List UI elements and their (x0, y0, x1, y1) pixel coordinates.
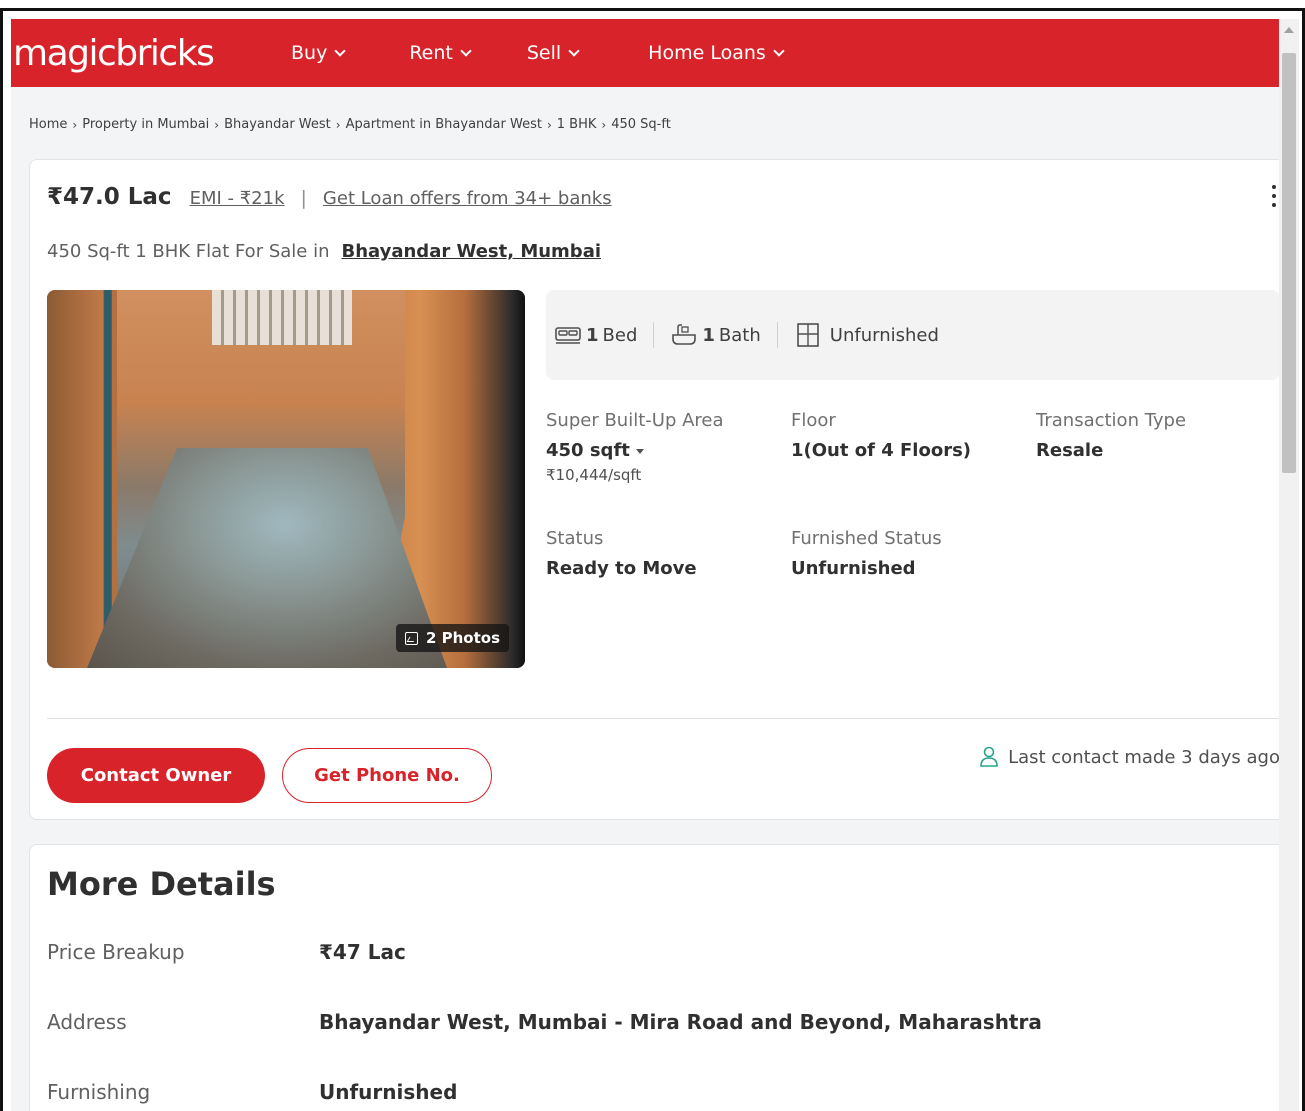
scroll-thumb[interactable] (1282, 53, 1296, 473)
detail-value: Unfurnished (319, 1080, 458, 1104)
breadcrumb: Home › Property in Mumbai › Bhayandar West… (29, 117, 671, 132)
chevron-down-icon (568, 44, 580, 57)
breadcrumb-separator: › (72, 117, 78, 132)
property-title: 450 Sq-ft 1 BHK Flat For Sale in Bhayand… (47, 241, 601, 262)
bath-icon (672, 324, 697, 345)
photo-window (212, 290, 352, 345)
fact-bath: 1 Bath (670, 323, 761, 347)
breadcrumb-separator: › (335, 117, 341, 132)
fact-furnishing: Unfurnished (794, 322, 939, 348)
summary-furnished: Furnished Status Unfurnished (791, 528, 942, 579)
chevron-down-icon (773, 44, 785, 57)
detail-row-address: Address Bhayandar West, Mumbai - Mira Ro… (47, 1010, 1042, 1034)
nav-home-loans-label: Home Loans (648, 42, 766, 64)
summary-transaction: Transaction Type Resale (1036, 410, 1186, 461)
bath-label: Bath (718, 324, 761, 346)
furniture-icon (796, 323, 819, 347)
detail-label: Furnishing (47, 1080, 151, 1104)
photo-floor (87, 448, 447, 668)
bed-label: Bed (602, 324, 638, 346)
detail-row-furnishing: Furnishing Unfurnished (47, 1080, 457, 1104)
furnishing-label: Unfurnished (829, 324, 939, 346)
nav-home-loans[interactable]: Home Loans (648, 42, 785, 64)
floor-label: Floor (791, 410, 836, 431)
chevron-down-icon (635, 448, 644, 454)
fact-divider (776, 322, 778, 348)
loan-offers-link[interactable]: Get Loan offers from 34+ banks (323, 188, 612, 209)
breadcrumb-bhayandar-west[interactable]: Bhayandar West (224, 117, 331, 132)
quick-facts: 1 Bed 1 Bath Unfurnished (546, 290, 1280, 380)
nav-buy-label: Buy (291, 42, 328, 64)
property-title-text: 450 Sq-ft 1 BHK Flat For Sale in (47, 241, 330, 262)
gallery-icon (404, 631, 418, 645)
chevron-down-icon (460, 44, 472, 57)
property-location-link[interactable]: Bhayandar West, Mumbai (341, 241, 601, 262)
fact-divider (653, 322, 655, 348)
nav-sell-label: Sell (526, 42, 562, 64)
page: magicbricks Buy Rent Sell Home Loans Hom… (11, 19, 1285, 1111)
scroll-up-arrow-icon[interactable] (1284, 27, 1294, 33)
floor-value: 1(Out of 4 Floors) (791, 440, 972, 461)
area-value-text: 450 sqft (546, 440, 630, 461)
bed-count: 1 (586, 324, 599, 346)
more-vertical-icon[interactable] (1270, 185, 1278, 211)
breadcrumb-current: 450 Sq-ft (611, 117, 671, 132)
last-contact-info: Last contact made 3 days ago (979, 746, 1280, 768)
fact-bed: 1 Bed (554, 324, 637, 346)
property-price: ₹47.0 Lac (47, 184, 172, 210)
breadcrumb-separator: › (601, 117, 607, 132)
page-scrollbar[interactable] (1279, 19, 1299, 1111)
photo-count-label: 2 Photos (425, 629, 500, 647)
more-details-title: More Details (47, 865, 276, 903)
card-divider (47, 718, 1280, 719)
photo-wall-left (47, 290, 117, 668)
area-value[interactable]: 450 sqft (546, 440, 724, 461)
chevron-down-icon (334, 44, 346, 57)
area-rate: ₹10,444/sqft (546, 466, 642, 484)
furnished-value: Unfurnished (791, 558, 916, 579)
breadcrumb-home[interactable]: Home (29, 117, 67, 132)
user-icon (980, 746, 998, 767)
summary-floor: Floor 1(Out of 4 Floors) (791, 410, 971, 461)
summary-status: Status Ready to Move (546, 528, 697, 579)
detail-label: Price Breakup (47, 940, 185, 964)
detail-row-price: Price Breakup ₹47 Lac (47, 940, 406, 964)
more-details-card: More Details Price Breakup ₹47 Lac Addre… (29, 844, 1285, 1111)
nav-rent[interactable]: Rent (409, 42, 472, 64)
emi-link[interactable]: EMI - ₹21k (190, 188, 285, 209)
detail-label: Address (47, 1010, 127, 1034)
contact-owner-button[interactable]: Contact Owner (47, 748, 265, 803)
breadcrumb-property-in-mumbai[interactable]: Property in Mumbai (82, 117, 209, 132)
last-contact-text: Last contact made 3 days ago (1008, 746, 1280, 768)
nav-buy[interactable]: Buy (291, 42, 346, 64)
browser-frame: magicbricks Buy Rent Sell Home Loans Hom… (0, 8, 1305, 1111)
property-card: ₹47.0 Lac EMI - ₹21k | Get Loan offers f… (29, 159, 1285, 820)
nav-sell[interactable]: Sell (526, 42, 580, 64)
furnished-label: Furnished Status (791, 528, 942, 549)
top-nav: magicbricks Buy Rent Sell Home Loans (11, 19, 1285, 87)
breadcrumb-1bhk[interactable]: 1 BHK (557, 117, 597, 132)
photo-count-badge[interactable]: 2 Photos (395, 624, 509, 652)
summary-area: Super Built-Up Area 450 sqft ₹10,444/sqf… (546, 410, 724, 484)
status-label: Status (546, 528, 604, 549)
breadcrumb-separator: › (546, 117, 552, 132)
property-photo[interactable]: 2 Photos (47, 290, 525, 668)
area-label: Super Built-Up Area (546, 410, 724, 431)
breadcrumb-apartment[interactable]: Apartment in Bhayandar West (346, 117, 542, 132)
nav-rent-label: Rent (409, 42, 453, 64)
status-value: Ready to Move (546, 558, 697, 579)
bath-count: 1 (702, 324, 715, 346)
price-divider: | (300, 187, 307, 209)
detail-value: Bhayandar West, Mumbai - Mira Road and B… (319, 1010, 1042, 1034)
magicbricks-logo[interactable]: magicbricks (13, 33, 283, 74)
transaction-label: Transaction Type (1036, 410, 1187, 431)
get-phone-button[interactable]: Get Phone No. (282, 748, 492, 803)
bed-icon (555, 327, 581, 344)
detail-value: ₹47 Lac (319, 940, 406, 964)
breadcrumb-separator: › (214, 117, 220, 132)
price-row: ₹47.0 Lac EMI - ₹21k | Get Loan offers f… (47, 184, 612, 210)
transaction-value: Resale (1036, 440, 1104, 461)
